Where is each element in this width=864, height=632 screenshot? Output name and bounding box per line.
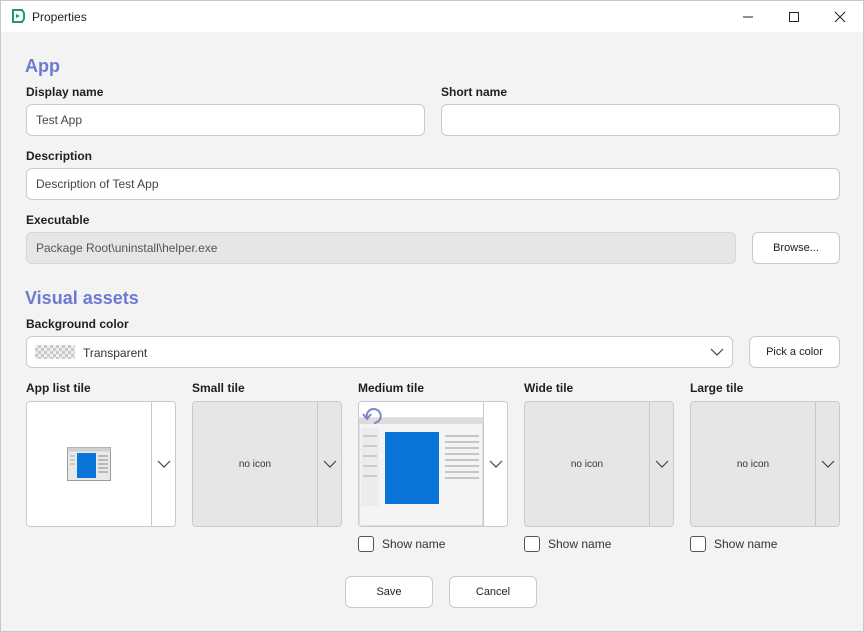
maximize-button[interactable] — [771, 1, 817, 32]
app-list-tile-preview — [27, 402, 151, 526]
app-heading: App — [25, 56, 60, 76]
window-title: Properties — [32, 10, 87, 24]
display-name-value: Test App — [36, 113, 83, 127]
title-bar: Properties — [1, 1, 863, 32]
description-label: Description — [26, 149, 93, 163]
large-tile-dropdown[interactable] — [815, 402, 839, 526]
browse-button[interactable]: Browse... — [752, 232, 840, 264]
chevron-down-icon — [821, 460, 834, 468]
small-tile-dropdown[interactable] — [317, 402, 341, 526]
save-button[interactable]: Save — [345, 576, 433, 608]
chevron-down-icon — [157, 460, 170, 468]
short-name-label: Short name — [441, 85, 508, 99]
large-show-name-label: Show name — [714, 537, 778, 551]
display-name-label: Display name — [26, 85, 104, 99]
wide-tile-dropdown[interactable] — [649, 402, 673, 526]
background-color-select[interactable]: Transparent — [26, 336, 733, 368]
transparent-swatch — [35, 345, 75, 359]
large-show-name-checkbox[interactable]: Show name — [690, 536, 777, 552]
close-icon — [834, 11, 846, 22]
large-tile[interactable]: no icon — [690, 401, 840, 527]
maximize-icon — [789, 11, 799, 22]
app-list-tile-label: App list tile — [26, 381, 91, 395]
wide-tile[interactable]: no icon — [524, 401, 674, 527]
app-list-tile[interactable] — [26, 401, 176, 527]
display-name-field[interactable]: Test App — [26, 104, 425, 136]
checkbox-box[interactable] — [690, 536, 706, 552]
cancel-button[interactable]: Cancel — [449, 576, 537, 608]
small-tile-label: Small tile — [192, 381, 245, 395]
visual-assets-heading: Visual assets — [25, 288, 139, 308]
close-button[interactable] — [817, 1, 863, 32]
medium-tile[interactable] — [358, 401, 508, 527]
small-tile-preview: no icon — [193, 402, 317, 526]
medium-tile-preview — [359, 402, 483, 526]
chevron-down-icon — [323, 460, 336, 468]
medium-show-name-checkbox[interactable]: Show name — [358, 536, 445, 552]
medium-show-name-label: Show name — [382, 537, 446, 551]
minimize-button[interactable] — [725, 1, 771, 32]
description-value: Description of Test App — [36, 177, 159, 191]
executable-field: Package Root\uninstall\helper.exe — [26, 232, 736, 264]
wide-show-name-label: Show name — [548, 537, 612, 551]
wide-tile-label: Wide tile — [524, 381, 574, 395]
chevron-down-icon — [655, 460, 668, 468]
medium-tile-image — [359, 408, 483, 526]
app-window-icon — [67, 447, 111, 481]
large-tile-preview: no icon — [691, 402, 815, 526]
wide-tile-preview: no icon — [525, 402, 649, 526]
medium-tile-dropdown[interactable] — [483, 402, 507, 526]
background-color-value: Transparent — [83, 346, 148, 360]
properties-window: Properties App Display name Test App Sho… — [0, 0, 864, 632]
chevron-down-icon — [489, 460, 502, 468]
executable-label: Executable — [26, 213, 90, 227]
description-field[interactable]: Description of Test App — [26, 168, 840, 200]
minimize-icon — [743, 16, 753, 17]
app-logo-icon — [11, 9, 25, 23]
short-name-field[interactable] — [441, 104, 840, 136]
medium-tile-label: Medium tile — [358, 381, 425, 395]
checkbox-box[interactable] — [358, 536, 374, 552]
chevron-down-icon — [710, 346, 724, 361]
app-list-tile-dropdown[interactable] — [151, 402, 175, 526]
pick-color-button[interactable]: Pick a color — [749, 336, 840, 368]
background-color-label: Background color — [26, 317, 129, 331]
wide-show-name-checkbox[interactable]: Show name — [524, 536, 611, 552]
executable-value: Package Root\uninstall\helper.exe — [36, 241, 218, 255]
large-tile-label: Large tile — [690, 381, 744, 395]
small-tile[interactable]: no icon — [192, 401, 342, 527]
checkbox-box[interactable] — [524, 536, 540, 552]
